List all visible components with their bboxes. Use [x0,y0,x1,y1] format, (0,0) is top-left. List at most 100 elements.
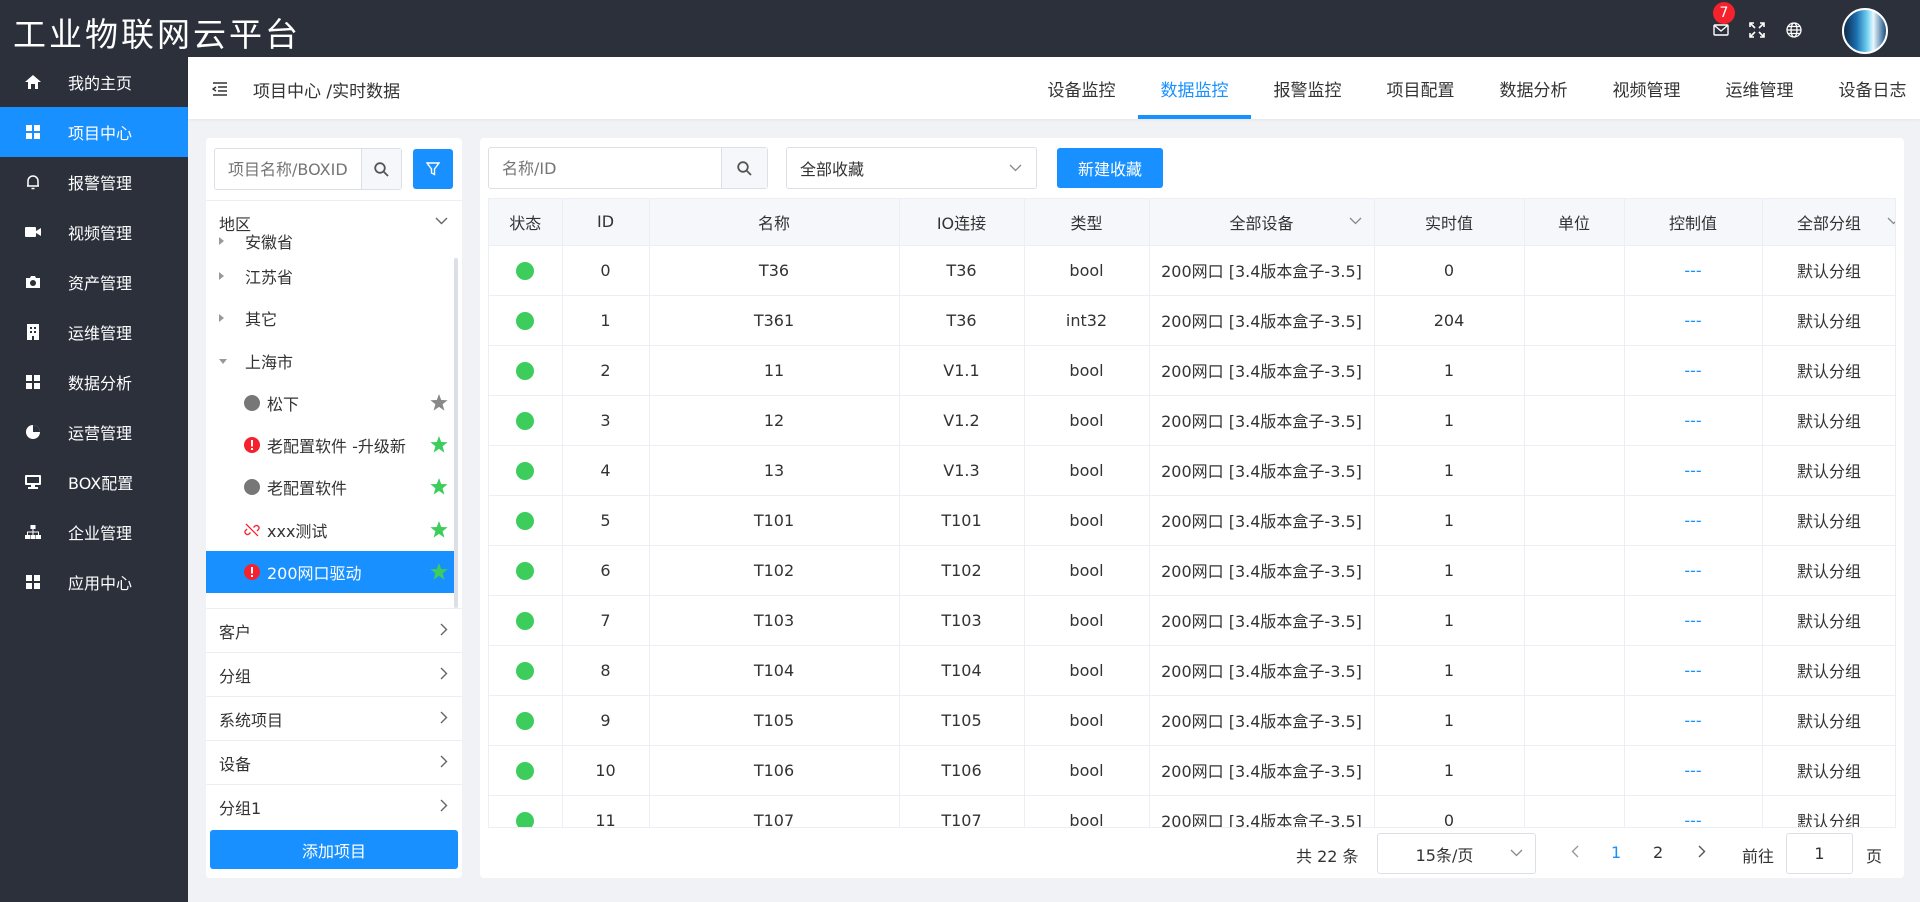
control-value-link[interactable]: --- [1624,595,1763,646]
globe-icon[interactable] [1786,22,1804,40]
sidebar-item-data-analysis[interactable]: 数据分析 [0,357,188,407]
pagination: 共 22 条 15条/页 1 2 前往 页 [480,828,1904,878]
col-type: 类型 [1024,199,1150,246]
sidebar-item-enterprise[interactable]: 企业管理 [0,507,188,557]
control-value-link[interactable]: --- [1624,295,1763,346]
table-row[interactable]: 7 T103 T103 bool 200网口 [3.4版本盒子-3.5] 1 --- 默认分组 [489,595,1895,646]
tree-project-xxx-test[interactable]: xxx测试 [206,509,454,551]
menu-fold-icon[interactable] [211,81,228,100]
add-project-button[interactable]: 添加项目 [210,830,458,869]
control-value-link[interactable]: --- [1624,695,1763,746]
star-icon [430,436,448,453]
control-value-link[interactable]: --- [1624,495,1763,546]
table-row[interactable]: 8 T104 T104 bool 200网口 [3.4版本盒子-3.5] 1 --- 默认分组 [489,645,1895,696]
device-section-header[interactable]: 设备 [206,740,462,784]
control-value-link[interactable]: --- [1624,645,1763,696]
sidebar-item-label: 项目中心 [68,124,133,143]
point-search-input[interactable] [489,148,721,188]
sidebar-item-alarm[interactable]: 报警管理 [0,157,188,207]
sidebar-item-home[interactable]: 我的主页 [0,57,188,107]
breadcrumb: 项目中心 /实时数据 [253,82,401,102]
sidebar-item-operation[interactable]: 运营管理 [0,407,188,457]
page-size-select[interactable]: 15条/页 [1377,833,1536,874]
tab-project-config[interactable]: 项目配置 [1364,57,1477,119]
next-page-icon[interactable] [1698,845,1706,858]
new-favorite-button[interactable]: 新建收藏 [1057,148,1163,188]
col-group-filter[interactable]: 全部分组 [1762,199,1895,246]
tree-project-old-config[interactable]: 老配置软件 [206,466,454,508]
online-status-icon [516,411,535,430]
camera-icon [24,273,42,291]
project-search-input[interactable] [215,149,361,189]
sidebar-item-project-center[interactable]: 项目中心 [0,107,188,157]
prev-page-icon[interactable] [1571,845,1579,858]
table-row[interactable]: 4 13 V1.3 bool 200网口 [3.4版本盒子-3.5] 1 --- 默认分组 [489,445,1895,496]
goto-page-input[interactable] [1786,833,1853,874]
tree-node-jiangsu[interactable]: 江苏省 [206,255,454,297]
control-value-link[interactable]: --- [1624,545,1763,596]
page-1[interactable]: 1 [1611,843,1621,862]
col-id: ID [562,199,650,246]
tab-video-management[interactable]: 视频管理 [1590,57,1703,119]
table-row[interactable]: 3 12 V1.2 bool 200网口 [3.4版本盒子-3.5] 1 --- 默认分组 [489,395,1895,446]
grid-icon [24,123,42,141]
tab-device-monitor[interactable]: 设备监控 [1025,57,1138,119]
page-2[interactable]: 2 [1653,843,1663,862]
search-button[interactable] [361,149,401,189]
online-status-icon [516,711,535,730]
pie-icon [24,423,42,441]
control-value-link[interactable]: --- [1624,445,1763,496]
tab-ops-management[interactable]: 运维管理 [1703,57,1816,119]
total-count: 共 22 条 [1296,847,1359,866]
sidebar-item-label: 视频管理 [68,224,133,243]
table-row[interactable]: 11 T107 T107 bool 200网口 [3.4版本盒子-3.5] 0 --- 默认分… [489,795,1895,827]
tree-scrollbar[interactable] [454,258,458,608]
sidebar-item-box-config[interactable]: BOX配置 [0,457,188,507]
online-status-icon [516,261,535,280]
col-unit: 单位 [1524,199,1625,246]
table-row[interactable]: 9 T105 T105 bool 200网口 [3.4版本盒子-3.5] 1 --- 默认分组 [489,695,1895,746]
col-device-filter[interactable]: 全部设备 [1149,199,1375,246]
org-icon [24,523,42,541]
filter-button[interactable] [413,149,453,189]
tab-data-analysis[interactable]: 数据分析 [1477,57,1590,119]
control-value-link[interactable]: --- [1624,395,1763,446]
avatar[interactable] [1842,8,1888,54]
fullscreen-icon[interactable] [1749,22,1767,40]
tree-node-other[interactable]: 其它 [206,297,454,339]
control-value-link[interactable]: --- [1624,345,1763,396]
system-project-section-header[interactable]: 系统项目 [206,696,462,740]
table-row[interactable]: 2 11 V1.1 bool 200网口 [3.4版本盒子-3.5] 1 --- 默认分组 [489,345,1895,396]
tree-project-old-config-upgrade[interactable]: 老配置软件 -升级新 [206,424,454,466]
sidebar-item-label: 企业管理 [68,524,133,543]
sidebar-item-asset[interactable]: 资产管理 [0,257,188,307]
tree-node-shanghai[interactable]: 上海市 [206,340,454,382]
sidebar-item-video[interactable]: 视频管理 [0,207,188,257]
group-section-header[interactable]: 分组 [206,652,462,696]
online-status-icon [516,661,535,680]
group1-section-header[interactable]: 分组1 [206,784,462,828]
table-row[interactable]: 6 T102 T102 bool 200网口 [3.4版本盒子-3.5] 1 --- 默认分组 [489,545,1895,596]
tree-project-songxia[interactable]: 松下 [206,382,454,424]
control-value-link[interactable]: --- [1624,245,1763,296]
control-value-link[interactable]: --- [1624,745,1763,796]
tree-project-200-net-driver[interactable]: 200网口驱动 [206,551,454,593]
mail-icon[interactable] [1713,22,1731,40]
table-row[interactable]: 10 T106 T106 bool 200网口 [3.4版本盒子-3.5] 1 --- 默认分… [489,745,1895,796]
goto-label: 前往 [1742,847,1775,866]
sidebar-item-ops[interactable]: 运维管理 [0,307,188,357]
table-row[interactable]: 0 T36 T36 bool 200网口 [3.4版本盒子-3.5] 0 --- 默认分组 [489,245,1895,296]
tab-alarm-monitor[interactable]: 报警监控 [1251,57,1364,119]
tab-device-log[interactable]: 设备日志 [1816,57,1920,119]
sidebar-item-label: 运维管理 [68,324,133,343]
customer-section-header[interactable]: 客户 [206,608,462,652]
table-row[interactable]: 1 T361 T36 int32 200网口 [3.4版本盒子-3.5] 204 --- 默认… [489,295,1895,346]
table-header: 状态 ID 名称 IO连接 类型 全部设备 实时值 单位 控制值 全部分组 [489,199,1895,246]
favorites-select[interactable]: 全部收藏 [786,147,1037,189]
search-button[interactable] [721,148,767,188]
tab-data-monitor[interactable]: 数据监控 [1138,57,1251,119]
table-row[interactable]: 5 T101 T101 bool 200网口 [3.4版本盒子-3.5] 1 --- 默认分组 [489,495,1895,546]
sidebar-item-app-center[interactable]: 应用中心 [0,557,188,607]
control-value-link[interactable]: --- [1624,795,1763,827]
search-icon [737,160,752,176]
